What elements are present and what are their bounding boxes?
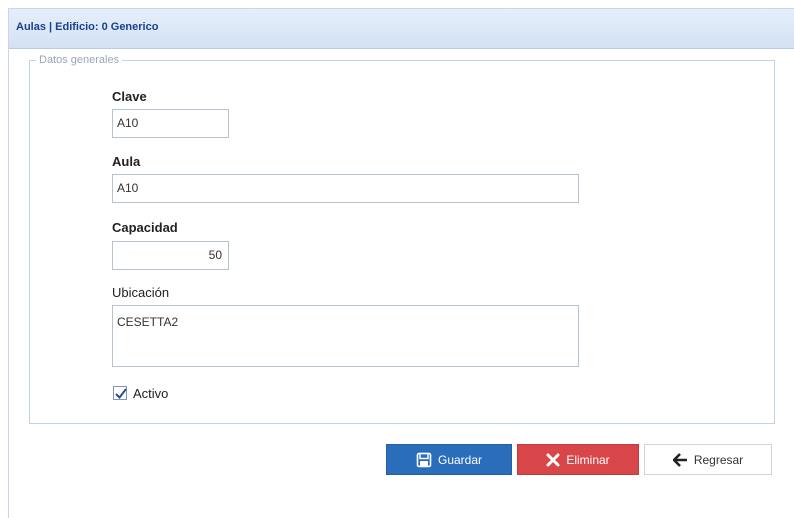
clave-label: Clave [112, 89, 147, 104]
back-button-label: Regresar [693, 452, 744, 467]
aula-input[interactable]: A10 [112, 174, 579, 203]
aula-label: Aula [112, 154, 141, 169]
panel-title: Aulas | Edificio: 0 Generico [16, 21, 159, 33]
ubicacion-label: Ubicación [112, 285, 170, 300]
group-legend: Datos generales [39, 54, 120, 66]
capacidad-label: Capacidad [112, 220, 178, 235]
capacidad-input[interactable]: 50 [112, 241, 229, 270]
check-icon [115, 388, 127, 400]
x-icon [546, 453, 560, 467]
delete-button-label: Eliminar [566, 452, 610, 467]
arrow-left-icon [672, 452, 688, 467]
save-button-label: Guardar [437, 452, 483, 467]
activo-checkbox[interactable] [113, 386, 127, 400]
clave-input[interactable]: A10 [112, 109, 229, 138]
floppy-disk-icon [416, 452, 432, 468]
back-button[interactable]: Regresar [644, 444, 772, 475]
panel-header: Aulas | Edificio: 0 Generico [9, 9, 794, 49]
delete-button[interactable]: Eliminar [517, 444, 639, 475]
save-button[interactable]: Guardar [386, 444, 512, 475]
activo-label: Activo [133, 386, 169, 401]
ubicacion-textarea[interactable]: CESETTA2 [112, 305, 579, 367]
